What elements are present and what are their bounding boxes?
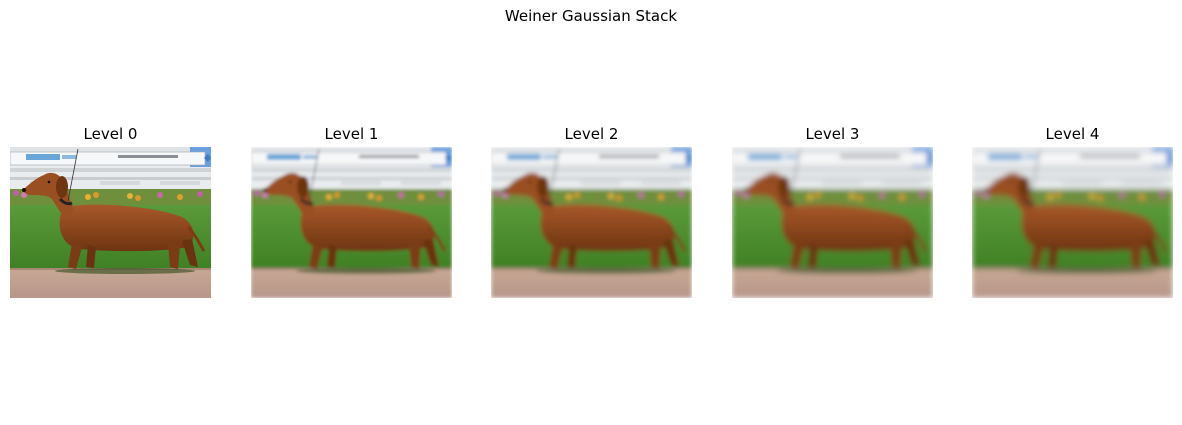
dachshund-image (251, 147, 452, 298)
panel-level-4: Level 4 (972, 124, 1173, 298)
panel-level-0: Level 0 (10, 124, 211, 298)
figure-title: Weiner Gaussian Stack (504, 7, 678, 25)
dachshund-image (732, 147, 933, 298)
panel-level-3: Level 3 (732, 124, 933, 298)
dachshund-image (10, 147, 211, 298)
panel-title: Level 1 (324, 125, 379, 143)
dachshund-image (491, 147, 692, 298)
panel-level-2: Level 2 (491, 124, 692, 298)
panel-level-1: Level 1 (251, 124, 452, 298)
dachshund-image (972, 147, 1173, 298)
panel-title: Level 2 (564, 125, 619, 143)
panel-title: Level 3 (805, 125, 860, 143)
panel-title: Level 4 (1045, 125, 1100, 143)
panel-title: Level 0 (83, 125, 138, 143)
